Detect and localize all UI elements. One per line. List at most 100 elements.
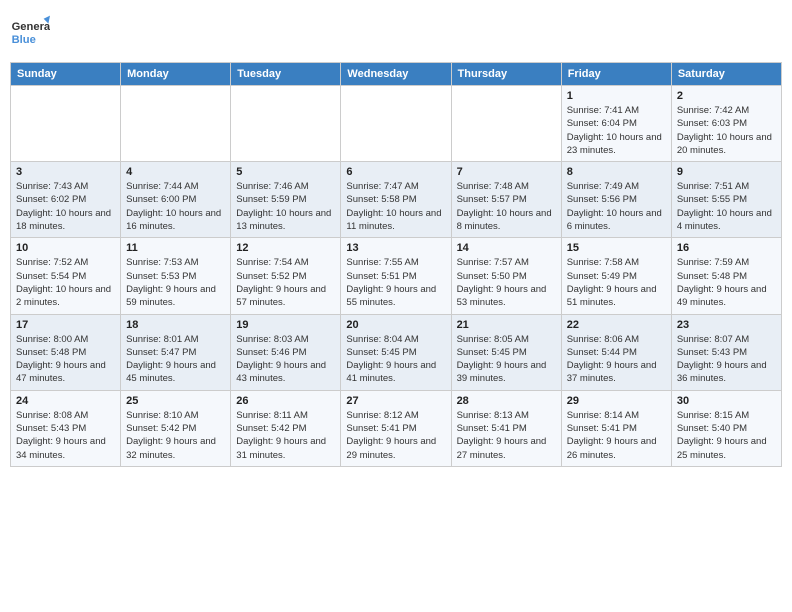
day-info: Sunrise: 7:43 AMSunset: 6:02 PMDaylight:… — [16, 180, 115, 233]
day-info: Sunrise: 8:14 AMSunset: 5:41 PMDaylight:… — [567, 409, 666, 462]
day-number: 15 — [567, 242, 666, 254]
day-info: Sunrise: 8:11 AMSunset: 5:42 PMDaylight:… — [236, 409, 335, 462]
day-number: 16 — [677, 242, 776, 254]
calendar-cell: 2 Sunrise: 7:42 AMSunset: 6:03 PMDaylight… — [671, 86, 781, 162]
calendar-header-row: SundayMondayTuesdayWednesdayThursdayFrid… — [11, 63, 782, 86]
day-of-week-header: Friday — [561, 63, 671, 86]
day-info: Sunrise: 7:57 AMSunset: 5:50 PMDaylight:… — [457, 256, 556, 309]
day-info: Sunrise: 7:46 AMSunset: 5:59 PMDaylight:… — [236, 180, 335, 233]
calendar-cell: 4Sunrise: 7:44 AMSunset: 6:00 PMDaylight… — [121, 162, 231, 238]
calendar-cell: 11Sunrise: 7:53 AMSunset: 5:53 PMDayligh… — [121, 238, 231, 314]
day-of-week-header: Monday — [121, 63, 231, 86]
calendar-cell: 22Sunrise: 8:06 AMSunset: 5:44 PMDayligh… — [561, 314, 671, 390]
calendar-cell: 9 Sunrise: 7:51 AMSunset: 5:55 PMDaylight… — [671, 162, 781, 238]
day-info: Sunrise: 8:08 AMSunset: 5:43 PMDaylight:… — [16, 409, 115, 462]
day-number: 12 — [236, 242, 335, 254]
day-info: Sunrise: 7:58 AMSunset: 5:49 PMDaylight:… — [567, 256, 666, 309]
calendar-cell — [231, 86, 341, 162]
calendar-cell: 23Sunrise: 8:07 AMSunset: 5:43 PMDayligh… — [671, 314, 781, 390]
day-number: 29 — [567, 395, 666, 407]
day-info: Sunrise: 8:13 AMSunset: 5:41 PMDaylight:… — [457, 409, 556, 462]
day-number: 13 — [346, 242, 445, 254]
day-number: 26 — [236, 395, 335, 407]
day-number: 18 — [126, 319, 225, 331]
day-number: 22 — [567, 319, 666, 331]
day-number: 8 — [567, 166, 666, 178]
calendar-cell: 17Sunrise: 8:00 AMSunset: 5:48 PMDayligh… — [11, 314, 121, 390]
day-info: Sunrise: 7:41 AMSunset: 6:04 PMDaylight:… — [567, 104, 666, 157]
day-info: Sunrise: 8:03 AMSunset: 5:46 PMDaylight:… — [236, 333, 335, 386]
calendar-cell: 1 Sunrise: 7:41 AMSunset: 6:04 PMDaylight… — [561, 86, 671, 162]
day-number: 7 — [457, 166, 556, 178]
day-info: Sunrise: 8:15 AMSunset: 5:40 PMDaylight:… — [677, 409, 776, 462]
calendar-cell: 10 Sunrise: 7:52 AMSunset: 5:54 PMDayligh… — [11, 238, 121, 314]
calendar-cell: 13 Sunrise: 7:55 AMSunset: 5:51 PMDayligh… — [341, 238, 451, 314]
calendar-week-row: 1 Sunrise: 7:41 AMSunset: 6:04 PMDaylight… — [11, 86, 782, 162]
day-number: 11 — [126, 242, 225, 254]
day-number: 19 — [236, 319, 335, 331]
logo-container: General Blue — [10, 14, 50, 54]
day-info: Sunrise: 7:55 AMSunset: 5:51 PMDaylight:… — [346, 256, 445, 309]
day-number: 1 — [567, 90, 666, 102]
calendar-cell: 19 Sunrise: 8:03 AMSunset: 5:46 PMDayligh… — [231, 314, 341, 390]
calendar-cell: 27 Sunrise: 8:12 AMSunset: 5:41 PMDayligh… — [341, 390, 451, 466]
day-number: 30 — [677, 395, 776, 407]
calendar-cell: 30 Sunrise: 8:15 AMSunset: 5:40 PMDayligh… — [671, 390, 781, 466]
day-info: Sunrise: 7:54 AMSunset: 5:52 PMDaylight:… — [236, 256, 335, 309]
calendar-cell: 25 Sunrise: 8:10 AMSunset: 5:42 PMDayligh… — [121, 390, 231, 466]
day-number: 20 — [346, 319, 445, 331]
day-of-week-header: Saturday — [671, 63, 781, 86]
calendar-cell: 12 Sunrise: 7:54 AMSunset: 5:52 PMDayligh… — [231, 238, 341, 314]
day-info: Sunrise: 8:00 AMSunset: 5:48 PMDaylight:… — [16, 333, 115, 386]
day-info: Sunrise: 7:48 AMSunset: 5:57 PMDaylight:… — [457, 180, 556, 233]
day-number: 28 — [457, 395, 556, 407]
calendar-week-row: 10 Sunrise: 7:52 AMSunset: 5:54 PMDayligh… — [11, 238, 782, 314]
day-number: 9 — [677, 166, 776, 178]
day-number: 14 — [457, 242, 556, 254]
calendar-cell — [451, 86, 561, 162]
calendar-cell: 24Sunrise: 8:08 AMSunset: 5:43 PMDayligh… — [11, 390, 121, 466]
day-info: Sunrise: 7:42 AMSunset: 6:03 PMDaylight:… — [677, 104, 776, 157]
day-info: Sunrise: 8:04 AMSunset: 5:45 PMDaylight:… — [346, 333, 445, 386]
calendar-cell — [341, 86, 451, 162]
svg-text:General: General — [12, 21, 50, 33]
day-of-week-header: Tuesday — [231, 63, 341, 86]
calendar-cell: 16Sunrise: 7:59 AMSunset: 5:48 PMDayligh… — [671, 238, 781, 314]
day-info: Sunrise: 7:47 AMSunset: 5:58 PMDaylight:… — [346, 180, 445, 233]
day-info: Sunrise: 8:12 AMSunset: 5:41 PMDaylight:… — [346, 409, 445, 462]
day-number: 3 — [16, 166, 115, 178]
day-info: Sunrise: 7:52 AMSunset: 5:54 PMDaylight:… — [16, 256, 115, 309]
day-info: Sunrise: 7:51 AMSunset: 5:55 PMDaylight:… — [677, 180, 776, 233]
day-number: 23 — [677, 319, 776, 331]
calendar-cell: 18Sunrise: 8:01 AMSunset: 5:47 PMDayligh… — [121, 314, 231, 390]
calendar-cell: 29 Sunrise: 8:14 AMSunset: 5:41 PMDayligh… — [561, 390, 671, 466]
day-number: 5 — [236, 166, 335, 178]
calendar-week-row: 17Sunrise: 8:00 AMSunset: 5:48 PMDayligh… — [11, 314, 782, 390]
calendar-table: SundayMondayTuesdayWednesdayThursdayFrid… — [10, 62, 782, 467]
day-number: 25 — [126, 395, 225, 407]
svg-text:Blue: Blue — [12, 34, 36, 46]
calendar-cell: 8 Sunrise: 7:49 AMSunset: 5:56 PMDaylight… — [561, 162, 671, 238]
day-number: 2 — [677, 90, 776, 102]
day-info: Sunrise: 7:49 AMSunset: 5:56 PMDaylight:… — [567, 180, 666, 233]
calendar-cell: 5 Sunrise: 7:46 AMSunset: 5:59 PMDaylight… — [231, 162, 341, 238]
calendar-cell — [121, 86, 231, 162]
day-info: Sunrise: 7:44 AMSunset: 6:00 PMDaylight:… — [126, 180, 225, 233]
header: General Blue — [10, 10, 782, 54]
day-of-week-header: Sunday — [11, 63, 121, 86]
calendar-cell: 21Sunrise: 8:05 AMSunset: 5:45 PMDayligh… — [451, 314, 561, 390]
day-number: 6 — [346, 166, 445, 178]
day-info: Sunrise: 8:10 AMSunset: 5:42 PMDaylight:… — [126, 409, 225, 462]
calendar-cell: 20 Sunrise: 8:04 AMSunset: 5:45 PMDayligh… — [341, 314, 451, 390]
day-number: 10 — [16, 242, 115, 254]
calendar-cell — [11, 86, 121, 162]
logo-svg: General Blue — [10, 14, 50, 54]
day-of-week-header: Wednesday — [341, 63, 451, 86]
calendar-week-row: 3 Sunrise: 7:43 AMSunset: 6:02 PMDaylight… — [11, 162, 782, 238]
day-number: 27 — [346, 395, 445, 407]
calendar-cell: 6 Sunrise: 7:47 AMSunset: 5:58 PMDaylight… — [341, 162, 451, 238]
calendar-week-row: 24Sunrise: 8:08 AMSunset: 5:43 PMDayligh… — [11, 390, 782, 466]
calendar-cell: 3 Sunrise: 7:43 AMSunset: 6:02 PMDaylight… — [11, 162, 121, 238]
calendar-cell: 26 Sunrise: 8:11 AMSunset: 5:42 PMDayligh… — [231, 390, 341, 466]
day-info: Sunrise: 8:05 AMSunset: 5:45 PMDaylight:… — [457, 333, 556, 386]
